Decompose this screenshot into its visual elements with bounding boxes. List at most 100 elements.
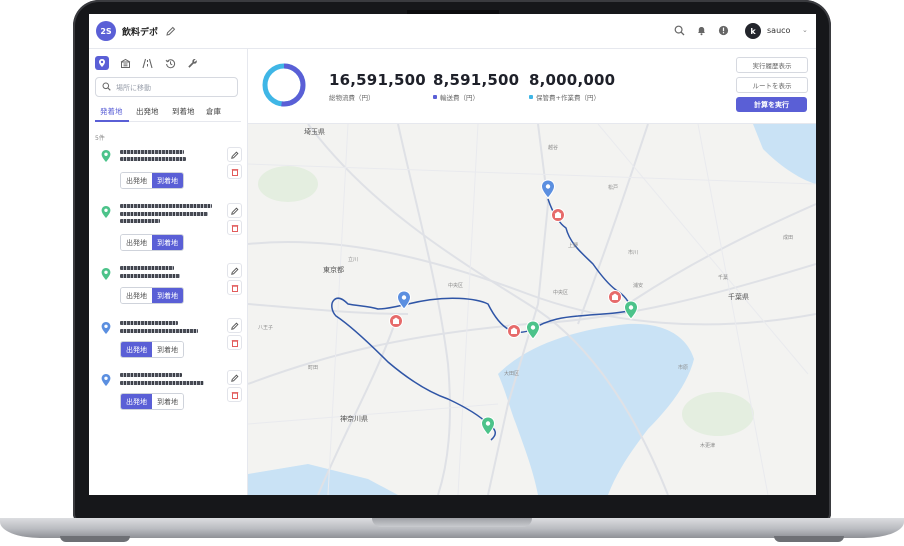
arrival-marker-icon[interactable] — [525, 320, 541, 340]
departure-option[interactable]: 出発地 — [121, 394, 152, 409]
edit-button[interactable] — [227, 370, 242, 385]
mode-toggle[interactable]: 出発地 到着地 — [120, 393, 184, 410]
redacted-address — [120, 373, 182, 377]
redacted-address — [120, 266, 174, 270]
pencil-icon — [230, 151, 238, 159]
map-label: 成田 — [783, 235, 794, 241]
arrival-marker-icon[interactable] — [623, 300, 639, 320]
tab-all[interactable]: 発着地 — [100, 106, 123, 117]
user-avatar[interactable]: k — [745, 23, 761, 39]
map-label: 市川 — [628, 250, 639, 256]
total-cost-label: 総物流費（円） — [329, 94, 375, 102]
arrival-pin-icon — [101, 150, 111, 162]
edit-name-icon[interactable] — [166, 26, 176, 36]
redacted-address — [120, 150, 184, 154]
list-item[interactable]: 出発地 到着地 — [95, 317, 242, 369]
delete-button[interactable] — [227, 387, 242, 402]
arrival-option[interactable]: 到着地 — [152, 394, 183, 409]
departure-marker-icon[interactable] — [540, 179, 556, 199]
total-cost: 16,591,500 総物流費（円） — [329, 71, 426, 102]
legend-swatch — [433, 95, 437, 99]
delete-button[interactable] — [227, 280, 242, 295]
list-item[interactable]: 出発地 到着地 — [95, 145, 242, 197]
chevron-down-icon[interactable]: ⌄ — [802, 26, 808, 34]
warehouse-marker-icon[interactable] — [507, 324, 521, 338]
arrival-pin-icon — [101, 206, 111, 218]
trash-icon — [231, 224, 238, 232]
map-label: 立川 — [348, 257, 359, 263]
wrench-tool[interactable] — [185, 56, 199, 70]
history-icon — [165, 58, 175, 68]
departure-pin-icon — [101, 374, 111, 386]
storage-cost-value: 8,000,000 — [529, 71, 616, 89]
workspace-avatar[interactable]: 2S — [96, 21, 116, 41]
storage-cost: 8,000,000 保管費+作業費（円） — [529, 71, 615, 102]
redacted-address — [120, 329, 198, 333]
map-label: 埼玉県 — [304, 128, 325, 136]
arrival-option[interactable]: 到着地 — [152, 342, 183, 357]
bell-icon[interactable] — [696, 25, 707, 36]
map-label: 東京都 — [323, 266, 344, 274]
location-pin-icon — [99, 59, 105, 67]
mode-toggle[interactable]: 出発地 到着地 — [120, 341, 184, 358]
departure-marker-icon[interactable] — [396, 290, 412, 310]
app-screen: 2S 飲料デポ k sauco ⌄ 場所に移動 発着地 出発地 到着地 倉庫 5… — [89, 14, 816, 495]
map-canvas — [248, 124, 816, 495]
departure-option[interactable]: 出発地 — [121, 235, 152, 250]
show-route-button[interactable]: ルートを表示 — [736, 77, 808, 93]
history-tool[interactable] — [163, 56, 177, 70]
tab-departure[interactable]: 出発地 — [136, 106, 159, 117]
location-pin-tool[interactable] — [95, 56, 109, 70]
arrival-option[interactable]: 到着地 — [152, 173, 183, 188]
history-button[interactable]: 実行履歴表示 — [736, 57, 808, 73]
map-label: 中央区 — [553, 290, 569, 296]
tab-arrival[interactable]: 到着地 — [172, 106, 195, 117]
edit-button[interactable] — [227, 147, 242, 162]
delete-button[interactable] — [227, 335, 242, 350]
list-item[interactable]: 出発地 到着地 — [95, 263, 242, 315]
laptop-foot — [60, 536, 130, 542]
mode-toggle[interactable]: 出発地 到着地 — [120, 234, 184, 251]
place-search-input[interactable]: 場所に移動 — [95, 77, 238, 97]
trash-icon — [231, 284, 238, 292]
edit-button[interactable] — [227, 203, 242, 218]
arrival-marker-icon[interactable] — [480, 416, 496, 436]
search-icon[interactable] — [674, 25, 685, 36]
user-name[interactable]: sauco — [767, 26, 790, 35]
arrival-pin-icon — [101, 268, 111, 280]
edit-button[interactable] — [227, 263, 242, 278]
list-item[interactable]: 出発地 到着地 — [95, 369, 242, 421]
warehouse-marker-icon[interactable] — [551, 208, 565, 222]
tab-warehouse[interactable]: 倉庫 — [206, 106, 221, 117]
delete-button[interactable] — [227, 220, 242, 235]
total-cost-value: 16,591,500 — [329, 71, 426, 89]
result-count: 5件 — [95, 135, 105, 142]
info-icon[interactable] — [718, 25, 729, 36]
mode-toggle[interactable]: 出発地 到着地 — [120, 172, 184, 189]
transport-cost-label: 輸送費（円） — [440, 94, 479, 102]
departure-option[interactable]: 出発地 — [121, 342, 152, 357]
map-label: 松戸 — [608, 185, 619, 191]
road-icon — [141, 58, 153, 68]
departure-option[interactable]: 出発地 — [121, 173, 152, 188]
mode-toggle[interactable]: 出発地 到着地 — [120, 287, 184, 304]
arrival-option[interactable]: 到着地 — [152, 288, 183, 303]
edit-button[interactable] — [227, 318, 242, 333]
run-calculation-button[interactable]: 計算を実行 — [736, 97, 807, 112]
departure-option[interactable]: 出発地 — [121, 288, 152, 303]
delete-button[interactable] — [227, 164, 242, 179]
workspace-name: 飲料デポ — [122, 28, 159, 38]
warehouse-marker-icon[interactable] — [608, 290, 622, 304]
redacted-address — [120, 219, 160, 223]
warehouse-marker-icon[interactable] — [389, 314, 403, 328]
list-item[interactable]: 出発地 到着地 — [95, 201, 242, 253]
map-label: 越谷 — [548, 145, 559, 151]
sidebar: 場所に移動 発着地 出発地 到着地 倉庫 5件 出発地 到着地 出発地 到着地 … — [89, 49, 248, 495]
pencil-icon — [230, 374, 238, 382]
redacted-address — [120, 321, 178, 325]
map-view[interactable]: 埼玉県 東京都 神奈川県 千葉県 中央区 大田区 中央区 上野 浦安 千葉 成田… — [248, 124, 816, 495]
warehouse-tool[interactable] — [118, 56, 132, 70]
road-tool[interactable] — [140, 56, 154, 70]
map-label: 上野 — [568, 243, 579, 249]
arrival-option[interactable]: 到着地 — [152, 235, 183, 250]
